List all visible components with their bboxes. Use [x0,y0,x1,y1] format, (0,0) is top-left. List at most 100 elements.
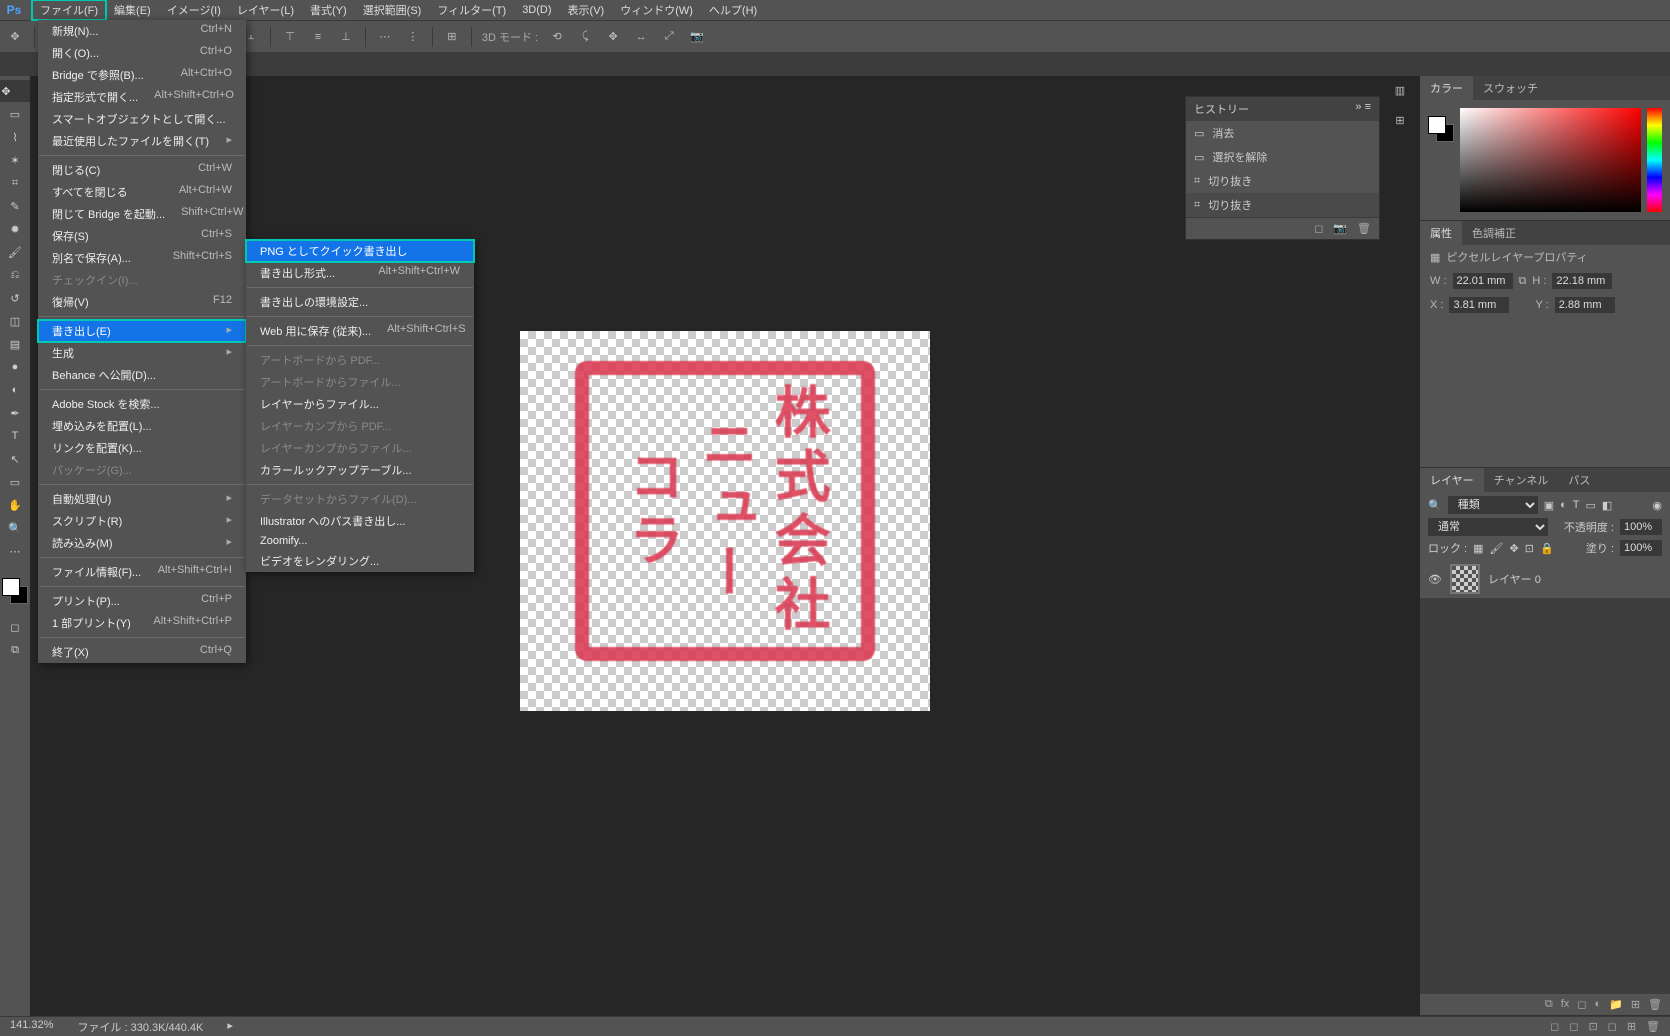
3d-roll-icon[interactable]: ⤹ [576,28,594,46]
menu-item[interactable]: リンクを配置(K)... [38,437,246,459]
filter-kind-select[interactable]: 種類 [1448,496,1538,514]
menu-edit[interactable]: 編集(E) [106,0,159,20]
eyedropper-tool[interactable]: ✎ [3,195,27,217]
menu-file[interactable]: ファイル(F) [32,0,106,20]
history-item[interactable]: ⌗切り抜き [1186,169,1379,193]
layer-item[interactable]: 👁 レイヤー 0 [1420,560,1670,598]
collapsed-panel-icon[interactable]: ▥ [1388,78,1412,102]
menu-view[interactable]: 表示(V) [560,0,613,20]
menu-item[interactable]: 自動処理(U) [38,488,246,510]
history-item[interactable]: ▭選択を解除 [1186,145,1379,169]
align-top-icon[interactable]: ⊤ [281,28,299,46]
menu-image[interactable]: イメージ(I) [159,0,229,20]
sb-icon[interactable]: ⊞ [1627,1020,1636,1033]
submenu-item[interactable]: レイヤーカンプからファイル... [246,437,474,459]
lock-all-icon[interactable]: 🔒 [1540,542,1554,555]
blend-mode-select[interactable]: 通常 [1428,518,1548,536]
opacity-input[interactable] [1620,519,1662,535]
menu-item[interactable]: 閉じて Bridge を起動...Shift+Ctrl+W [38,203,246,225]
zoom-level[interactable]: 141.32% [10,1019,53,1035]
menu-item[interactable]: Adobe Stock を検索... [38,393,246,415]
submenu-item[interactable]: カラールックアップテーブル... [246,459,474,481]
eraser-tool[interactable]: ◫ [3,310,27,332]
filter-toggle-icon[interactable]: ◉ [1652,499,1662,512]
menu-item[interactable]: Bridge で参照(B)...Alt+Ctrl+O [38,64,246,86]
submenu-item[interactable]: アートボードからファイル... [246,371,474,393]
tab-adjustments[interactable]: 色調補正 [1462,221,1526,245]
auto-align-icon[interactable]: ⊞ [443,28,461,46]
align-middle-icon[interactable]: ≡ [309,28,327,46]
history-item[interactable]: ▭消去 [1186,121,1379,145]
hue-slider[interactable] [1647,108,1662,212]
edit-toolbar[interactable]: ⋯ [3,540,27,562]
quick-mask-icon[interactable]: ◻ [3,616,27,638]
submenu-item[interactable]: データセットからファイル(D)... [246,488,474,510]
link-wh-icon[interactable]: ⧉ [1519,275,1527,288]
tab-paths[interactable]: パス [1558,468,1600,492]
menu-item[interactable]: 開く(O)...Ctrl+O [38,42,246,64]
submenu-item[interactable]: PNG としてクイック書き出し [246,240,474,262]
collapse-icon[interactable]: » [1355,101,1361,113]
history-item[interactable]: ⌗切り抜き [1186,193,1379,217]
sb-icon[interactable]: 🗑 [1646,1020,1660,1033]
pen-tool[interactable]: ✒ [3,402,27,424]
filter-smart-icon[interactable]: ◧ [1602,499,1612,512]
collapsed-panel-icon[interactable]: ⊞ [1388,108,1412,132]
menu-item[interactable]: 新規(N)...Ctrl+N [38,20,246,42]
delete-layer-icon[interactable]: 🗑 [1648,998,1662,1011]
tab-channels[interactable]: チャンネル [1484,468,1559,492]
lock-transparent-icon[interactable]: ▦ [1473,542,1483,555]
menu-item[interactable]: 指定形式で開く...Alt+Shift+Ctrl+O [38,86,246,108]
menu-item[interactable]: 保存(S)Ctrl+S [38,225,246,247]
menu-type[interactable]: 書式(Y) [302,0,355,20]
shape-tool[interactable]: ▭ [3,471,27,493]
layer-thumbnail[interactable] [1450,564,1480,594]
menu-item[interactable]: パッケージ(G)... [38,459,246,481]
quick-select-tool[interactable]: ✶ [3,149,27,171]
lock-position-icon[interactable]: ✥ [1510,542,1519,555]
menu-item[interactable]: 書き出し(E) [38,320,246,342]
tab-layers[interactable]: レイヤー [1420,468,1484,492]
menu-item[interactable]: 最近使用したファイルを開く(T) [38,130,246,152]
menu-item[interactable]: 終了(X)Ctrl+Q [38,641,246,663]
new-layer-icon[interactable]: ⊞ [1631,998,1640,1011]
menu-item[interactable]: 1 部プリント(Y)Alt+Shift+Ctrl+P [38,612,246,634]
submenu-item[interactable]: 書き出しの環境設定... [246,291,474,313]
layer-fx-icon[interactable]: fx [1561,998,1570,1011]
menu-item[interactable]: 別名で保存(A)...Shift+Ctrl+S [38,247,246,269]
foreground-color[interactable] [2,578,20,596]
doc-info[interactable]: ファイル : 330.3K/440.4K [77,1019,203,1035]
layer-mask-icon[interactable]: ◻ [1577,998,1586,1011]
panel-fgbg[interactable] [1428,116,1454,142]
submenu-item[interactable]: アートボードから PDF... [246,349,474,371]
x-input[interactable] [1449,297,1509,313]
lock-artboard-icon[interactable]: ⊡ [1525,542,1534,555]
panel-menu-icon[interactable]: ≡ [1365,101,1371,113]
visibility-toggle-icon[interactable]: 👁 [1428,573,1442,586]
tab-swatches[interactable]: スウォッチ [1473,76,1548,100]
link-layers-icon[interactable]: ⧉ [1545,998,1553,1011]
sb-icon[interactable]: ◻ [1608,1020,1617,1033]
menu-item[interactable]: Behance へ公開(D)... [38,364,246,386]
tab-properties[interactable]: 属性 [1420,221,1462,245]
menu-item[interactable]: 閉じる(C)Ctrl+W [38,159,246,181]
gradient-tool[interactable]: ▤ [3,333,27,355]
menu-help[interactable]: ヘルプ(H) [701,0,765,20]
filter-shape-icon[interactable]: ▭ [1586,499,1596,512]
clone-tool[interactable]: ⎌ [3,264,27,286]
foreground-background-colors[interactable] [2,578,28,604]
info-menu-icon[interactable]: ▸ [227,1019,233,1035]
screen-mode-icon[interactable]: ⧉ [3,639,27,661]
height-input[interactable] [1552,273,1612,289]
3d-orbit-icon[interactable]: ⟲ [548,28,566,46]
menu-item[interactable]: 埋め込みを配置(L)... [38,415,246,437]
submenu-item[interactable]: Illustrator へのパス書き出し... [246,510,474,532]
filter-pixel-icon[interactable]: ▣ [1544,499,1554,512]
3d-pan-icon[interactable]: ✥ [604,28,622,46]
menu-item[interactable]: 生成 [38,342,246,364]
submenu-item[interactable]: ビデオをレンダリング... [246,550,474,572]
3d-zoom-icon[interactable]: ⤢ [660,28,678,46]
3d-slide-icon[interactable]: ↔ [632,28,650,46]
menu-item[interactable]: スクリプト(R) [38,510,246,532]
blur-tool[interactable]: ● [3,356,27,378]
